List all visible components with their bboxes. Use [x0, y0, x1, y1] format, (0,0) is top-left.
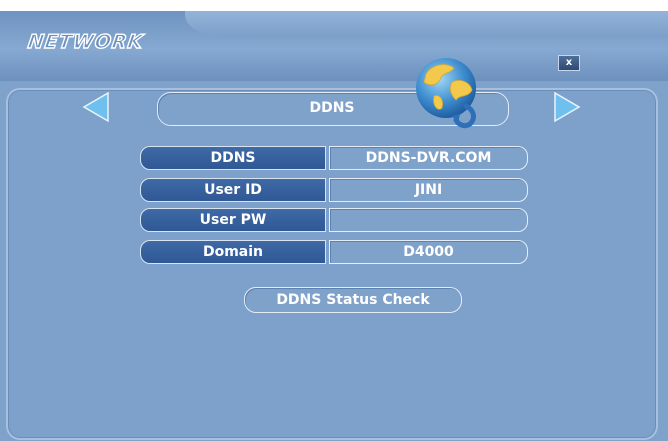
form-row-user-pw: User PW: [140, 208, 528, 232]
header-strip: [185, 11, 668, 37]
domain-field[interactable]: D4000: [329, 240, 528, 264]
row-label: Domain: [140, 240, 326, 264]
globe-icon: [416, 58, 476, 129]
window-title: NETWORK: [26, 30, 146, 53]
window-header: NETWORK x: [0, 11, 668, 81]
prev-page-button[interactable]: [82, 91, 110, 123]
close-button[interactable]: x: [558, 55, 580, 71]
close-icon: x: [565, 57, 573, 68]
form-row-user-id: User ID JINI: [140, 178, 528, 202]
row-label: User ID: [140, 178, 326, 202]
arrow-right-icon: [554, 91, 581, 123]
content-panel: [6, 88, 658, 440]
ddns-status-check-button[interactable]: DDNS Status Check: [244, 287, 462, 313]
arrow-left-icon: [82, 91, 109, 123]
row-label: User PW: [140, 208, 326, 232]
form-row-ddns: DDNS DDNS-DVR.COM: [140, 146, 528, 170]
ddns-provider-select[interactable]: DDNS-DVR.COM: [329, 146, 528, 170]
user-pw-field[interactable]: [329, 208, 528, 232]
form-row-domain: Domain D4000: [140, 240, 528, 264]
row-label: DDNS: [140, 146, 326, 170]
next-page-button[interactable]: [553, 91, 581, 123]
user-id-field[interactable]: JINI: [329, 178, 528, 202]
